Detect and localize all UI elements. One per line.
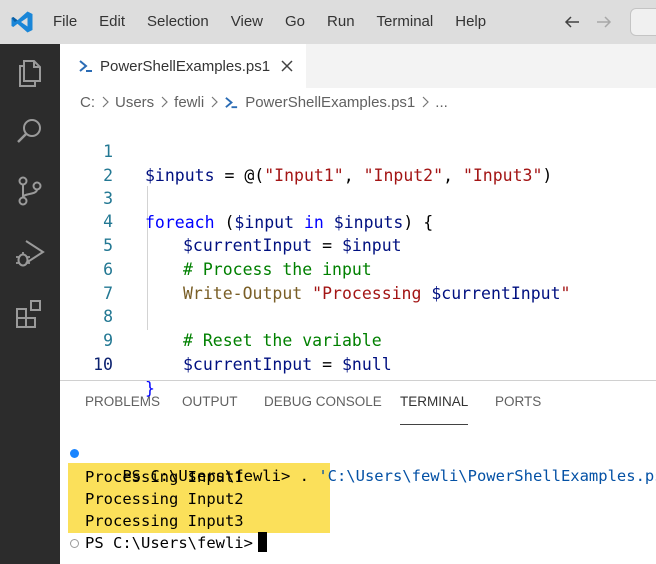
extensions-icon[interactable] [13, 296, 47, 330]
close-icon[interactable] [280, 59, 294, 73]
chevron-right-icon [211, 96, 219, 108]
terminal-output-line: Processing Input3 [85, 512, 244, 530]
menu-go[interactable]: Go [274, 0, 316, 44]
code-line: 8 # Reset the variable [60, 281, 656, 350]
breadcrumb-users[interactable]: Users [115, 94, 154, 111]
terminal[interactable]: PS C:\Users\fewli> . 'C:\Users\fewli\Pow… [60, 440, 656, 564]
search-icon[interactable] [13, 114, 47, 148]
menu-run[interactable]: Run [316, 0, 366, 44]
code-line: 5 # Process the input [60, 210, 656, 279]
code-line: 6 Write-Output "Processing $currentInput… [60, 234, 656, 303]
activity-bar [0, 44, 60, 564]
line-number: 10 [93, 355, 113, 374]
explorer-icon[interactable] [13, 56, 47, 90]
editor-tabs: PowerShellExamples.ps1 [60, 44, 656, 88]
tab-label: PowerShellExamples.ps1 [100, 57, 271, 75]
panel-tabs: PROBLEMS OUTPUT DEBUG CONSOLE TERMINAL P… [60, 381, 656, 425]
breadcrumb-user[interactable]: fewli [174, 94, 204, 111]
code-line: 10 } [60, 329, 656, 398]
terminal-command-path: 'C:\Users\fewli\PowerShellExamples.ps1' [318, 467, 656, 485]
breadcrumb: C: Users fewli PowerShellExamples.ps1 ..… [60, 88, 656, 116]
menu-bar: File Edit Selection View Go Run Terminal… [42, 0, 497, 44]
breadcrumb-file[interactable]: PowerShellExamples.ps1 [245, 94, 415, 111]
breadcrumb-drive[interactable]: C: [80, 94, 95, 111]
menu-edit[interactable]: Edit [88, 0, 136, 44]
menu-file[interactable]: File [42, 0, 88, 44]
chevron-right-icon [102, 96, 109, 108]
menu-terminal[interactable]: Terminal [366, 0, 445, 44]
source-control-icon[interactable] [13, 174, 47, 208]
code-editor[interactable]: 1 $inputs = @("Input1", "Input2", "Input… [60, 116, 656, 398]
code-line: 9 $currentInput = $null [60, 305, 656, 374]
breadcrumb-more[interactable]: ... [435, 94, 448, 111]
chevron-right-icon [161, 96, 169, 108]
code-line: 1 $inputs = @("Input1", "Input2", "Input… [60, 116, 656, 185]
command-success-dot[interactable] [70, 449, 79, 458]
tab-debug-console[interactable]: DEBUG CONSOLE [264, 381, 382, 425]
terminal-output-line: Processing Input2 [85, 490, 244, 508]
command-center[interactable] [630, 8, 656, 36]
terminal-output-line: Processing Input1 [85, 468, 244, 486]
terminal-prompt-line: PS C:\Users\fewli> [85, 534, 253, 552]
title-bar: File Edit Selection View Go Run Terminal… [0, 0, 656, 44]
vscode-logo-icon[interactable] [10, 10, 34, 34]
powershell-file-icon [225, 96, 238, 108]
code-line: 7 [60, 258, 656, 303]
tab-problems[interactable]: PROBLEMS [85, 381, 160, 425]
tab-terminal[interactable]: TERMINAL [400, 381, 469, 425]
command-pending-dot[interactable] [70, 539, 79, 548]
menu-selection[interactable]: Selection [136, 0, 220, 44]
tab-ports[interactable]: PORTS [495, 381, 541, 425]
code-line: 2 [60, 140, 656, 185]
tab-powershell-examples[interactable]: PowerShellExamples.ps1 [60, 44, 306, 88]
code-line: 3 foreach ($input in $inputs) { [60, 163, 656, 232]
menu-help[interactable]: Help [444, 0, 497, 44]
terminal-command-line: PS C:\Users\fewli> . 'C:\Users\fewli\Pow… [85, 443, 656, 485]
run-debug-icon[interactable] [13, 236, 47, 270]
tab-output[interactable]: OUTPUT [182, 381, 238, 425]
chevron-right-icon [422, 96, 430, 108]
arrow-left-icon[interactable] [562, 12, 582, 32]
menu-view[interactable]: View [220, 0, 274, 44]
terminal-cursor [258, 532, 267, 552]
code-line: 4 $currentInput = $input [60, 186, 656, 255]
powershell-file-icon [79, 60, 92, 72]
arrow-right-icon[interactable] [594, 12, 614, 32]
